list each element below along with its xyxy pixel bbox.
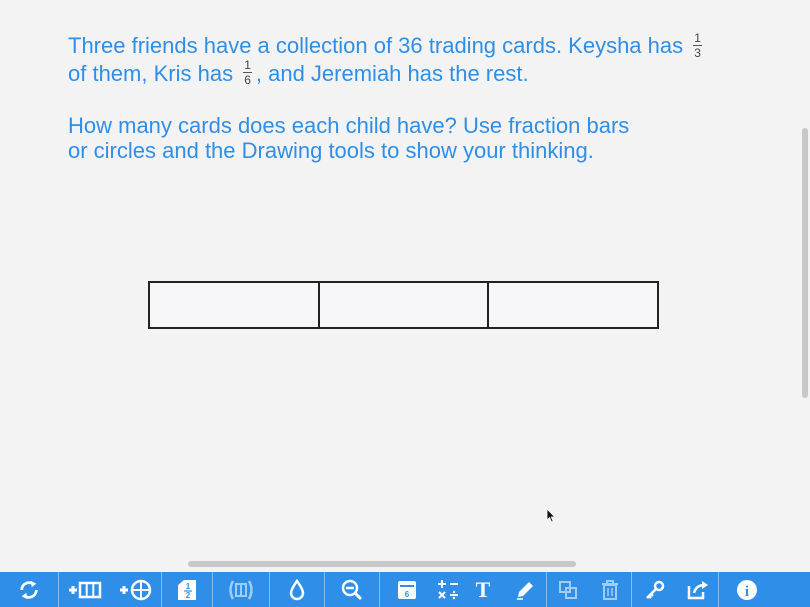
share-icon — [687, 580, 708, 599]
calculator-display-icon: 6 — [398, 580, 416, 599]
mouse-cursor-icon — [546, 508, 556, 523]
duplicate-button[interactable] — [547, 572, 589, 607]
operations-button[interactable] — [434, 572, 462, 607]
add-bar-icon — [69, 581, 102, 598]
split-icon — [229, 579, 253, 600]
problem-question: How many cards does each child have? Use… — [68, 113, 758, 163]
fraction-label-button[interactable]: 1 2 — [162, 572, 212, 607]
question-line2: or circles and the Drawing tools to show… — [68, 138, 594, 164]
fraction-numerator: 1 — [693, 30, 702, 46]
operations-icon — [438, 579, 458, 599]
fraction-bar-segment[interactable] — [489, 283, 657, 327]
calculator-display-digit: 6 — [405, 590, 410, 599]
fraction-denominator: 3 — [694, 45, 701, 60]
fraction-label-numerator: 1 — [186, 582, 191, 591]
horizontal-scrollbar[interactable] — [188, 561, 576, 567]
info-icon: i — [737, 579, 757, 600]
split-button[interactable] — [213, 572, 269, 607]
zoom-out-icon — [341, 579, 363, 600]
trash-button[interactable] — [589, 572, 631, 607]
add-circle-icon — [120, 579, 152, 600]
text-tool-button[interactable]: T — [462, 572, 504, 607]
refresh-icon — [20, 580, 38, 599]
fraction-label-denominator: 2 — [186, 591, 191, 600]
fraction-bar-segment[interactable] — [150, 283, 320, 327]
fraction-bar-segment[interactable] — [320, 283, 490, 327]
fraction-denominator: 6 — [244, 73, 251, 88]
share-button[interactable] — [678, 572, 718, 607]
fill-color-button[interactable] — [270, 572, 324, 607]
add-circle-button[interactable] — [111, 572, 161, 607]
question-line1: How many cards does each child have? Use… — [68, 113, 630, 139]
pencil-icon — [517, 581, 533, 600]
problem-text-line2b: , and Jeremiah has the rest. — [255, 60, 529, 86]
toolbar: 1 2 6 T i — [0, 572, 810, 607]
duplicate-icon — [559, 580, 577, 599]
key-button[interactable] — [632, 572, 678, 607]
refresh-button[interactable] — [0, 572, 58, 607]
add-bar-button[interactable] — [59, 572, 111, 607]
text-tool-icon: T — [475, 576, 491, 602]
key-icon — [646, 580, 665, 599]
vertical-scrollbar[interactable] — [802, 128, 808, 398]
fraction-label-icon: 1 2 — [178, 579, 196, 600]
info-button[interactable]: i — [719, 572, 775, 607]
fraction-numerator: 1 — [243, 58, 252, 74]
problem-prompt: Three friends have a collection of 36 tr… — [68, 32, 758, 163]
trash-icon — [602, 579, 618, 600]
problem-text-line1: Three friends have a collection of 36 tr… — [68, 33, 684, 58]
zoom-out-button[interactable] — [325, 572, 379, 607]
calculator-display-button[interactable]: 6 — [380, 572, 434, 607]
problem-text-line2a: of them, Kris has — [68, 60, 234, 86]
fraction-one-sixth: 1 6 — [243, 59, 252, 86]
fill-color-icon — [289, 578, 305, 600]
info-icon-glyph: i — [745, 584, 749, 600]
fraction-bar[interactable] — [148, 281, 659, 329]
problem-statement: Three friends have a collection of 36 tr… — [68, 32, 758, 88]
pencil-button[interactable] — [504, 572, 546, 607]
fraction-one-third: 1 3 — [693, 32, 702, 59]
